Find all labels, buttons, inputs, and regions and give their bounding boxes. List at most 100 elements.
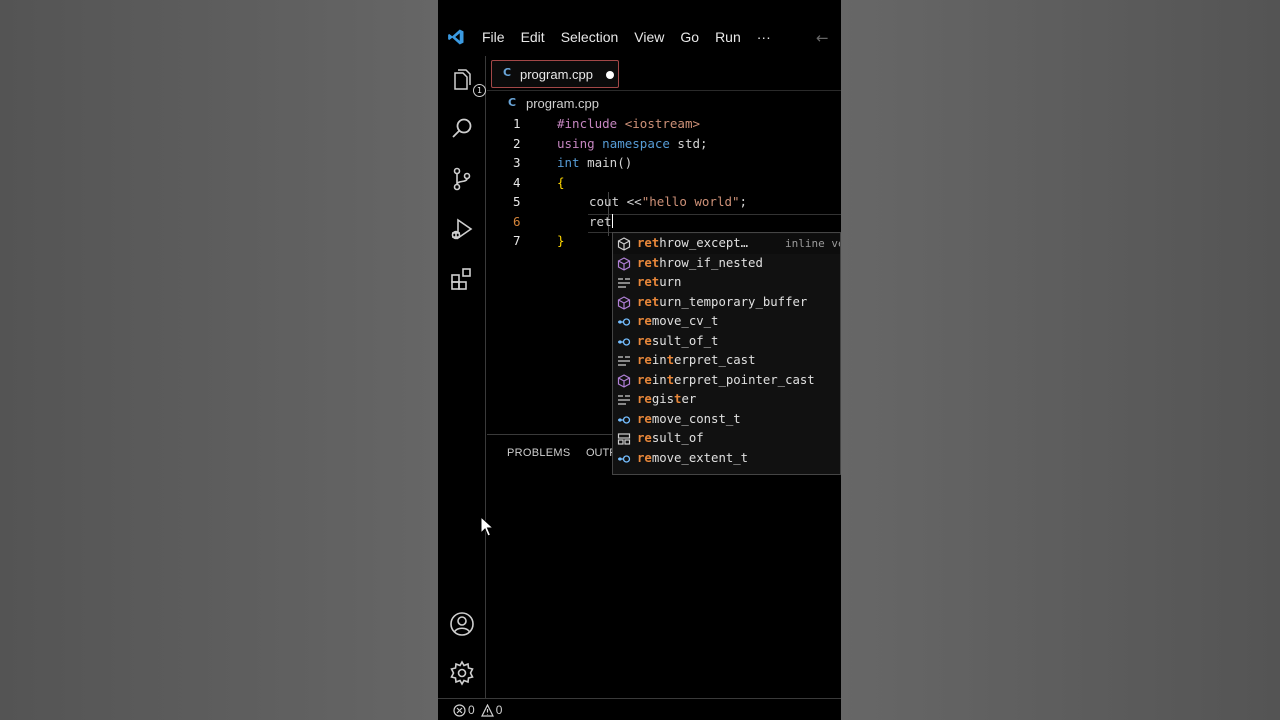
problems-status[interactable]: 0 0 bbox=[453, 703, 502, 717]
keyword-icon bbox=[618, 395, 630, 405]
autocomplete-suggestions[interactable]: rethrow_except… inline ve rethrow_if_nes… bbox=[612, 232, 841, 475]
error-icon bbox=[453, 703, 466, 717]
suggestion-label: remove_const_t bbox=[637, 412, 741, 426]
search-icon[interactable] bbox=[449, 116, 475, 142]
suggestion-label: return bbox=[637, 275, 682, 289]
keyword-icon bbox=[618, 278, 630, 288]
suggestion-item[interactable]: result_of_t bbox=[613, 332, 840, 352]
explorer-icon[interactable]: 1 bbox=[449, 68, 486, 97]
suggestion-item[interactable]: rethrow_except… inline ve bbox=[613, 234, 841, 254]
suggestion-item[interactable]: reinterpret_cast bbox=[613, 351, 840, 371]
line-number: 4 bbox=[513, 175, 521, 190]
explorer-badge: 1 bbox=[473, 84, 486, 97]
warning-count: 0 bbox=[495, 703, 503, 717]
suggestion-label: result_of bbox=[637, 431, 704, 445]
suggestion-label: remove_cv_t bbox=[637, 314, 719, 328]
suggestion-item[interactable]: rethrow_if_nested bbox=[613, 254, 840, 274]
code-line: 2 using namespace std; bbox=[487, 136, 841, 156]
string-token: "hello world" bbox=[641, 194, 740, 209]
menu-view[interactable]: View bbox=[634, 28, 664, 46]
include-token: <iostream> bbox=[617, 116, 701, 131]
status-bar: 0 0 bbox=[438, 698, 841, 720]
text-cursor bbox=[611, 214, 613, 228]
code-text: ret bbox=[589, 214, 613, 229]
cube-icon bbox=[617, 257, 631, 271]
code-text: using namespace std; bbox=[557, 136, 708, 151]
code-line: 1 #include <iostream> bbox=[487, 116, 841, 136]
line-number: 3 bbox=[513, 155, 521, 170]
mouse-pointer-icon bbox=[480, 516, 494, 537]
code-line: 4 { bbox=[487, 175, 841, 195]
suggestion-item[interactable]: register bbox=[613, 390, 840, 410]
suggestion-item[interactable]: reinterpret_pointer_cast bbox=[613, 371, 840, 391]
menu-more[interactable]: ··· bbox=[757, 28, 771, 46]
source-control-icon[interactable] bbox=[449, 166, 475, 192]
typed-token: ret bbox=[589, 214, 612, 229]
line-number: 2 bbox=[513, 136, 521, 151]
cpp-file-icon: C bbox=[508, 96, 517, 109]
suggestion-label: register bbox=[637, 392, 697, 406]
editor-tab-bar: C program.cpp bbox=[487, 56, 841, 91]
code-text: int main() bbox=[557, 155, 632, 170]
extensions-icon[interactable] bbox=[449, 266, 475, 292]
cube-icon bbox=[617, 374, 631, 388]
settings-gear-icon[interactable] bbox=[449, 660, 475, 686]
suggestion-item[interactable]: return_temporary_buffer bbox=[613, 293, 840, 313]
line-number: 7 bbox=[513, 233, 521, 248]
breadcrumb-label: program.cpp bbox=[526, 96, 599, 111]
identifier-token: cout << bbox=[589, 194, 642, 209]
suggestion-item[interactable]: remove_cv_t bbox=[613, 312, 840, 332]
suggestion-item[interactable]: remove_const_t bbox=[613, 410, 840, 430]
brace-token: } bbox=[557, 233, 565, 248]
unsaved-dot-icon[interactable] bbox=[606, 71, 614, 79]
menu-edit[interactable]: Edit bbox=[521, 28, 545, 46]
keyword-token: namespace bbox=[594, 136, 670, 151]
error-count: 0 bbox=[468, 703, 475, 717]
background-right bbox=[841, 0, 1280, 720]
menu-go[interactable]: Go bbox=[680, 28, 699, 46]
keyword-token: using bbox=[557, 136, 595, 151]
typeparam-icon bbox=[618, 455, 631, 463]
keyword-token: int bbox=[557, 155, 580, 170]
punct-token: ; bbox=[739, 194, 748, 209]
suggestion-label: reinterpret_pointer_cast bbox=[637, 373, 815, 387]
menu-bar: File Edit Selection View Go Run ··· bbox=[482, 28, 787, 46]
tab-program-cpp[interactable]: C program.cpp bbox=[491, 60, 619, 88]
suggestion-detail: inline ve bbox=[785, 237, 841, 250]
run-debug-icon[interactable] bbox=[449, 216, 475, 242]
menu-run[interactable]: Run bbox=[715, 28, 741, 46]
struct-icon bbox=[617, 433, 631, 445]
suggestion-label: return_temporary_buffer bbox=[637, 295, 808, 309]
keyword-icon bbox=[618, 356, 630, 366]
typeparam-icon bbox=[618, 416, 631, 424]
code-text: #include <iostream> bbox=[557, 116, 700, 131]
warning-icon bbox=[480, 703, 494, 717]
tab-problems[interactable]: PROBLEMS bbox=[507, 447, 571, 459]
title-bar: File Edit Selection View Go Run ··· ← bbox=[438, 18, 841, 56]
code-text: cout <<"hello world"; bbox=[589, 194, 747, 209]
suggestion-item[interactable]: result_of bbox=[613, 429, 840, 449]
tab-label: program.cpp bbox=[520, 67, 593, 82]
activity-bar: 1 bbox=[438, 56, 486, 698]
vscode-window: File Edit Selection View Go Run ··· ← 1 bbox=[438, 0, 841, 720]
suggestion-item[interactable]: remove_extent_t bbox=[613, 449, 840, 469]
typeparam-icon bbox=[618, 338, 631, 346]
directive-token: #include bbox=[557, 116, 618, 131]
suggestion-label: remove_extent_t bbox=[637, 451, 749, 465]
suggestion-item[interactable]: return bbox=[613, 273, 840, 293]
typeparam-icon bbox=[618, 318, 631, 326]
identifier-token: main() bbox=[579, 155, 633, 170]
vscode-logo-icon bbox=[448, 29, 464, 45]
background-left bbox=[0, 0, 438, 720]
suggestion-label: result_of_t bbox=[637, 334, 719, 348]
back-arrow-icon[interactable]: ← bbox=[816, 29, 829, 47]
brace-token: { bbox=[557, 175, 565, 190]
account-icon[interactable] bbox=[449, 611, 475, 637]
cpp-file-icon: C bbox=[503, 66, 512, 79]
code-line: 5 cout <<"hello world"; bbox=[487, 194, 841, 214]
menu-file[interactable]: File bbox=[482, 28, 505, 46]
cube-icon bbox=[617, 237, 631, 251]
suggestion-label: reinterpret_cast bbox=[637, 353, 756, 367]
menu-selection[interactable]: Selection bbox=[561, 28, 619, 46]
line-number: 5 bbox=[513, 194, 521, 209]
